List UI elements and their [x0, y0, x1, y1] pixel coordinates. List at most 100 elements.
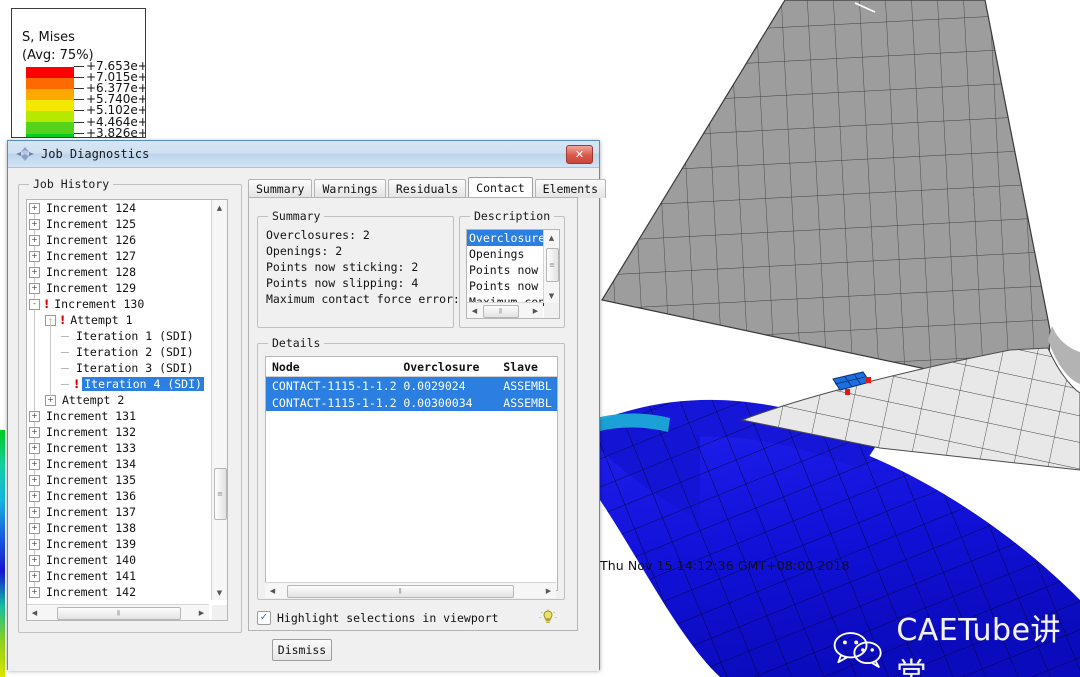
expand-icon[interactable]: +	[29, 234, 40, 246]
details-column-header[interactable]: Node	[266, 357, 397, 376]
tree-vertical-scrollbar[interactable]: ▲ ▼ ≡	[211, 200, 227, 600]
description-vertical-scroll-thumb[interactable]: ≡	[546, 248, 559, 282]
expand-icon[interactable]: +	[29, 522, 40, 534]
tree-node[interactable]: + Attempt 2	[27, 392, 209, 408]
details-horizontal-scrollbar[interactable]: ◀ ▶ ⦀	[265, 582, 556, 598]
diagnostics-tab-bar[interactable]: Summary Warnings Residuals Contact Elements	[248, 177, 608, 198]
description-vertical-scrollbar[interactable]: ▲ ▼ ≡	[543, 230, 559, 303]
tab-warnings[interactable]: Warnings	[314, 179, 386, 198]
error-icon: !	[44, 297, 50, 311]
expand-icon[interactable]: +	[29, 250, 40, 262]
tab-residuals[interactable]: Residuals	[387, 179, 467, 198]
tree-node[interactable]: + Increment 137	[27, 504, 209, 520]
tree-node[interactable]: Iteration 1 (SDI)	[27, 328, 209, 344]
tree-scroll-down-icon[interactable]: ▼	[212, 585, 227, 600]
expand-icon[interactable]: +	[45, 394, 56, 406]
expand-icon[interactable]: +	[29, 490, 40, 502]
description-scroll-up-icon[interactable]: ▲	[544, 230, 559, 245]
tree-node[interactable]: -! Increment 130	[27, 296, 209, 312]
tree-node[interactable]: + Increment 136	[27, 488, 209, 504]
description-scroll-right-icon[interactable]: ▶	[528, 303, 543, 318]
description-scroll-down-icon[interactable]: ▼	[544, 288, 559, 303]
tree-node[interactable]: -!Attempt 1	[27, 312, 209, 328]
tree-node[interactable]: Iteration 3 (SDI)	[27, 360, 209, 376]
details-column-header[interactable]: Overclosure	[397, 357, 497, 376]
tree-node[interactable]: + Increment 126	[27, 232, 209, 248]
tree-vertical-scroll-thumb[interactable]: ≡	[214, 468, 227, 520]
table-row[interactable]: CONTACT-1115-1-1.2585 0.00300034 ASSEMBL	[266, 394, 557, 411]
tree-node[interactable]: + Increment 142	[27, 584, 209, 600]
tree-node[interactable]: + Increment 125	[27, 216, 209, 232]
tree-node[interactable]: + Increment 124	[27, 200, 209, 216]
expand-icon[interactable]: +	[29, 570, 40, 582]
lightbulb-icon[interactable]	[539, 609, 557, 627]
tree-node[interactable]: Iteration 2 (SDI)	[27, 344, 209, 360]
details-scroll-left-icon[interactable]: ◀	[265, 583, 280, 598]
table-row[interactable]: CONTACT-1115-1-1.2558 0.0029024 ASSEMBL	[266, 377, 557, 394]
legend-color-band	[26, 122, 74, 134]
dismiss-button[interactable]: Dismiss	[272, 639, 332, 661]
highlight-selections-checkbox[interactable]: ✓	[257, 611, 271, 625]
tree-node[interactable]: + Increment 129	[27, 280, 209, 296]
details-table-body[interactable]: CONTACT-1115-1-1.25580.0029024ASSEMBLCON…	[266, 377, 557, 411]
description-list-item[interactable]: Openings	[467, 246, 543, 262]
description-scroll-left-icon[interactable]: ◀	[467, 303, 482, 318]
tree-scroll-left-icon[interactable]: ◀	[27, 605, 42, 620]
tree-node[interactable]: + Increment 141	[27, 568, 209, 584]
expand-icon[interactable]: +	[29, 410, 40, 422]
tree-scroll-up-icon[interactable]: ▲	[212, 200, 227, 215]
expand-icon[interactable]: +	[29, 282, 40, 294]
description-items[interactable]: OverclosuresOpeningsPoints now sticPoint…	[467, 230, 559, 310]
tree-node[interactable]: + Increment 128	[27, 264, 209, 280]
expand-icon[interactable]: +	[29, 458, 40, 470]
tree-node[interactable]: + Increment 131	[27, 408, 209, 424]
dialog-titlebar[interactable]: Job Diagnostics ✕	[8, 141, 599, 168]
description-list-item[interactable]: Points now stic	[467, 262, 559, 278]
tree-node[interactable]: + Increment 134	[27, 456, 209, 472]
watermark: CAETube讲堂	[828, 605, 1080, 677]
job-history-tree[interactable]: + Increment 124 + Increment 125 + Increment 1…	[26, 199, 228, 621]
contact-description-group: Description Overclosures Openings Points n…	[459, 209, 565, 328]
expand-icon[interactable]: +	[29, 586, 40, 598]
tree-node[interactable]: + Increment 140	[27, 552, 209, 568]
expand-icon[interactable]: +	[29, 202, 40, 214]
collapse-icon[interactable]: -	[29, 298, 40, 310]
close-icon: ✕	[574, 148, 585, 161]
expand-icon[interactable]: +	[29, 474, 40, 486]
highlight-selections-row[interactable]: ✓ Highlight selections in viewport	[257, 606, 563, 630]
tree-horizontal-scrollbar[interactable]: ◀ ▶ ⦀	[27, 604, 209, 620]
expand-icon[interactable]: +	[29, 538, 40, 550]
close-button[interactable]: ✕	[566, 145, 593, 164]
tree-node[interactable]: + Increment 132	[27, 424, 209, 440]
tree-node[interactable]: + Increment 133	[27, 440, 209, 456]
expand-icon[interactable]: +	[29, 506, 40, 518]
tab-summary[interactable]: Summary	[248, 179, 313, 198]
expand-icon[interactable]: +	[29, 554, 40, 566]
tab-elements[interactable]: Elements	[534, 179, 607, 198]
description-list-item[interactable]: Points now slip	[467, 278, 559, 294]
tree-node[interactable]: + Increment 127	[27, 248, 209, 264]
expand-icon[interactable]: +	[29, 426, 40, 438]
diagnostics-right-panel: Summary Warnings Residuals Contact Elements …	[248, 177, 607, 631]
tree-scroll-right-icon[interactable]: ▶	[194, 605, 209, 620]
description-list-item[interactable]: Overclosures	[467, 230, 552, 246]
legend-tick-label: +3.826e+01	[86, 125, 145, 138]
tree-node[interactable]: + Increment 139	[27, 536, 209, 552]
description-horizontal-scroll-thumb[interactable]: ⦀	[483, 305, 519, 318]
job-history-tree-items[interactable]: + Increment 124 + Increment 125 + Increment 1…	[27, 200, 209, 600]
contact-description-listbox[interactable]: OverclosuresOpeningsPoints now sticPoint…	[466, 229, 560, 319]
tree-horizontal-scroll-thumb[interactable]: ⦀	[57, 607, 181, 620]
expand-icon[interactable]: +	[29, 442, 40, 454]
tree-node[interactable]: ! Iteration 4 (SDI)	[27, 376, 209, 392]
details-horizontal-scroll-thumb[interactable]: ⦀	[287, 585, 514, 598]
details-scroll-right-icon[interactable]: ▶	[541, 583, 556, 598]
tree-node[interactable]: + Increment 135	[27, 472, 209, 488]
tab-contact[interactable]: Contact	[468, 177, 533, 198]
contact-details-table[interactable]: NodeOverclosureSlave CONTACT-1115-1-1.25…	[265, 356, 558, 591]
expand-icon[interactable]: +	[29, 266, 40, 278]
description-horizontal-scrollbar[interactable]: ◀ ▶ ⦀	[467, 302, 543, 318]
details-column-header[interactable]: Slave	[497, 357, 557, 376]
tree-node[interactable]: + Increment 138	[27, 520, 209, 536]
expand-icon[interactable]: +	[29, 218, 40, 230]
tree-node-label: Increment 127	[46, 249, 137, 263]
